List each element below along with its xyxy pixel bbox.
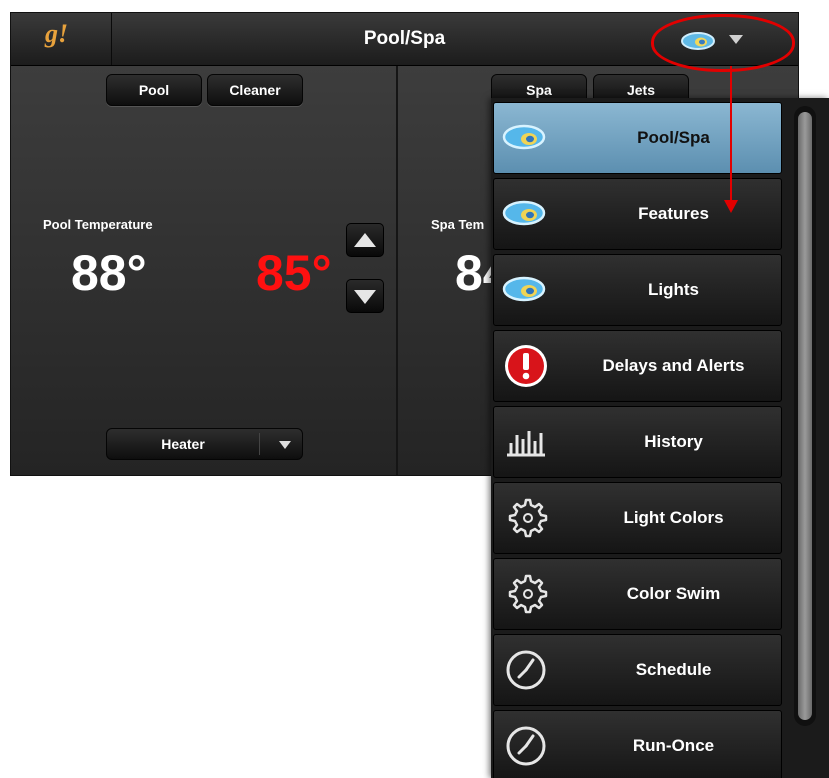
tab-cleaner[interactable]: Cleaner [207,74,303,106]
alert-icon [505,345,547,387]
clock-icon [506,650,546,690]
heater-select-value: Heater [161,436,205,452]
menu-item-label: Pool/Spa [637,128,710,147]
clock-icon [506,726,546,766]
menu-item-label: Run-Once [632,736,715,755]
pool-spa-icon [502,276,546,302]
menu-item-delays-and-alerts[interactable]: Delays and Alerts [493,330,782,402]
pool-spa-icon [502,124,546,150]
menu-item-light-colors[interactable]: Light Colors [493,482,782,554]
pool-panel: Pool Cleaner Pool Temperature 88° 85° He… [11,66,398,475]
menu-item-label: Color Swim [626,584,721,603]
temp-up-button[interactable] [346,223,384,257]
navigation-menu: Pool/Spa Features Lights Delays and Aler… [491,98,829,778]
menu-item-label: History [644,432,703,451]
menu-item-label: Delays and Alerts [602,356,745,375]
callout-arrowhead [724,200,738,213]
callout-circle [651,14,795,72]
menu-scrollbar-thumb[interactable] [798,112,812,720]
dropdown-divider [259,433,260,455]
pool-current-temp: 88° [71,245,147,301]
gear-icon [508,498,548,538]
menu-item-schedule[interactable]: Schedule [493,634,782,706]
spa-temperature-label: Spa Tem [431,217,485,232]
menu-item-lights[interactable]: Lights [493,254,782,326]
menu-item-label: Features [638,204,709,223]
heater-select[interactable]: Heater [106,428,303,460]
history-chart-icon [507,431,545,457]
pool-temperature-label: Pool Temperature [43,217,153,232]
gear-icon [508,574,548,614]
temp-down-button[interactable] [346,279,384,313]
menu-item-label: Schedule [635,660,712,679]
menu-item-label: Lights [648,280,699,299]
callout-arrow [730,66,732,202]
menu-item-pool-spa[interactable]: Pool/Spa [493,102,782,174]
menu-item-color-swim[interactable]: Color Swim [493,558,782,630]
chevron-down-icon [279,441,291,449]
menu-item-run-once[interactable]: Run-Once [493,710,782,778]
menu-item-features[interactable]: Features [493,178,782,250]
arrow-down-icon [354,290,376,304]
tab-pool[interactable]: Pool [106,74,202,106]
pool-set-temp: 85° [256,245,332,301]
pool-spa-icon [502,200,546,226]
menu-item-label: Light Colors [623,508,724,527]
menu-item-history[interactable]: History [493,406,782,478]
arrow-up-icon [354,233,376,247]
